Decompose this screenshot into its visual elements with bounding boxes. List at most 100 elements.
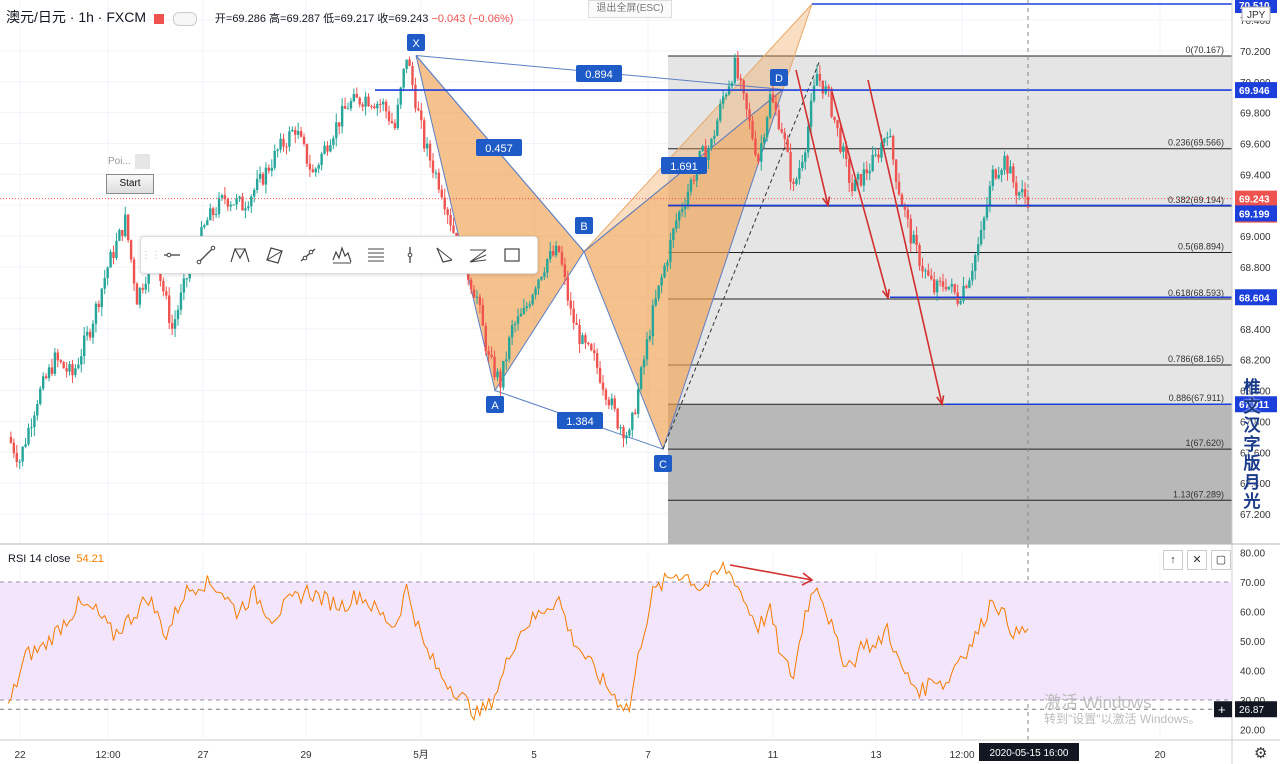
fib-level-label: 0(70.167) [1185, 45, 1224, 55]
candle-body [396, 104, 400, 129]
candle-body [566, 277, 570, 301]
candle-body [719, 103, 722, 121]
candle-body [918, 244, 921, 266]
candle-body [56, 352, 60, 361]
fib-level-label: 0.886(67.911) [1169, 393, 1224, 403]
candle-body [710, 138, 713, 148]
candle-body [505, 359, 508, 361]
candle-body [165, 291, 168, 296]
candle-body [179, 292, 183, 310]
candle-body [446, 209, 449, 216]
candle-body [792, 181, 795, 184]
candle-body [736, 57, 740, 79]
trend-line-icon[interactable] [189, 240, 223, 270]
candle-body [877, 154, 880, 158]
poi-color-swatch[interactable] [134, 154, 150, 169]
chart-canvas[interactable]: 0(70.167) 0.236(69.566) 0.382(69.194) 0.5(6… [0, 0, 1280, 764]
candle-body [856, 174, 860, 180]
candle-body [314, 168, 317, 173]
candle-body [645, 339, 649, 360]
candle-body [379, 103, 382, 105]
price-tag-68604: 68.604 [1239, 293, 1270, 304]
candle-body [933, 279, 936, 293]
candle-body [607, 399, 611, 406]
rectangle-icon[interactable] [495, 240, 529, 270]
candle-body [85, 331, 89, 336]
candle-body [376, 103, 379, 109]
move-up-icon[interactable]: ↑ [1163, 550, 1183, 570]
candle-body [27, 427, 30, 445]
candle-body [124, 214, 127, 237]
candle-body [176, 309, 180, 320]
candle-body [551, 251, 555, 256]
candle-body [490, 354, 493, 357]
maximize-pane-icon[interactable]: ▢ [1211, 550, 1231, 570]
price-tick-label: 69.400 [1240, 170, 1271, 181]
candle-body [326, 145, 329, 152]
elliott-wave-icon[interactable] [325, 240, 359, 270]
candle-body [994, 169, 997, 179]
candle-body [610, 398, 613, 406]
candle-body [30, 427, 33, 429]
candle-body [496, 371, 499, 378]
candle-body [323, 145, 326, 154]
candle-body [308, 163, 312, 170]
candle-body [53, 352, 57, 374]
candle-body [238, 196, 241, 199]
candle-body [780, 129, 783, 133]
horizontal-line-icon[interactable] [155, 240, 189, 270]
vertical-line-icon[interactable] [393, 240, 427, 270]
candle-body [115, 240, 118, 258]
drag-handle-icon[interactable]: ⋮⋮ [141, 250, 161, 261]
candle-body [927, 270, 930, 276]
candle-body [812, 85, 816, 101]
candle-body [721, 96, 725, 104]
candle-body [12, 442, 16, 454]
candle-body [874, 154, 877, 156]
candle-body [244, 208, 247, 211]
triangle-pattern-icon[interactable] [427, 240, 461, 270]
open-value: 开=69.286 [214, 13, 266, 25]
poi-widget: Poi... [108, 154, 150, 169]
rectangle-pattern-icon[interactable] [257, 240, 291, 270]
candle-body [91, 323, 95, 338]
rsi-title: RSI 14 close 54.21 [8, 553, 104, 565]
fib-fan-icon[interactable] [461, 240, 495, 270]
candle-body [572, 308, 575, 323]
settings-gear-icon[interactable]: ⚙ [1254, 744, 1267, 762]
point-x-label: X [412, 38, 420, 50]
candle-body [405, 59, 408, 69]
candle-body [346, 108, 350, 110]
close-pane-icon[interactable]: ✕ [1187, 550, 1207, 570]
candle-body [423, 120, 426, 149]
candle-body [276, 149, 279, 151]
candle-body [414, 84, 417, 109]
candle-body [757, 154, 760, 162]
candle-body [1015, 182, 1018, 196]
candle-body [393, 123, 397, 129]
candle-body [1003, 155, 1006, 171]
fib-retracement-icon[interactable] [359, 240, 393, 270]
candle-body [182, 278, 186, 293]
candle-body [103, 278, 106, 289]
ray-icon[interactable] [291, 240, 325, 270]
candle-body [590, 344, 593, 351]
visibility-toggle-icon[interactable] [173, 11, 198, 26]
candle-body [519, 313, 523, 317]
candle-body [258, 173, 262, 179]
candle-body [41, 376, 45, 389]
candle-body [748, 109, 751, 121]
alert-icon[interactable] [153, 13, 164, 24]
candle-body [214, 214, 218, 216]
candle-body [991, 169, 995, 187]
exit-fullscreen-button[interactable]: 退出全屏(ESC) [588, 0, 672, 18]
rsi-tick-label: 80.00 [1240, 549, 1265, 560]
time-tick-label: 20 [1154, 750, 1166, 761]
candle-body [408, 59, 411, 67]
candle-body [678, 211, 681, 221]
candle-body [402, 68, 405, 88]
start-button[interactable]: Start [106, 174, 154, 194]
xabcd-pattern-icon[interactable] [223, 240, 257, 270]
symbol-label[interactable]: 澳元/日元 · 1h · FXCM [6, 9, 146, 25]
candle-body [921, 265, 924, 272]
